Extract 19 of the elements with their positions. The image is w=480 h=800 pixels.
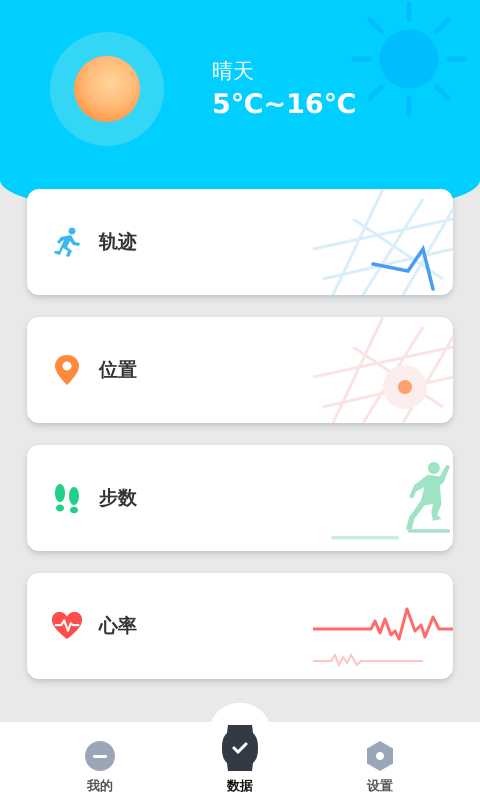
settings-icon	[365, 741, 395, 771]
card-title: 心率	[99, 614, 137, 639]
feature-card[interactable]: 心率	[27, 573, 453, 679]
feature-card[interactable]: 步数	[27, 445, 453, 551]
feature-card[interactable]: 轨迹	[27, 189, 453, 295]
weather-condition: 晴天	[212, 58, 255, 84]
runner-icon	[51, 226, 83, 258]
sun-icon	[50, 32, 164, 146]
card-title: 位置	[99, 358, 137, 383]
nav-tab[interactable]: 我的	[50, 741, 150, 795]
heart-pulse-icon	[51, 610, 83, 642]
card-title: 步数	[99, 486, 137, 511]
card-title: 轨迹	[99, 230, 137, 255]
temperature-range: 5℃~16℃	[212, 88, 356, 120]
profile-icon	[85, 741, 115, 771]
watch-icon	[222, 725, 258, 771]
nav-tab[interactable]: 数据	[190, 725, 290, 795]
feature-card[interactable]: 位置	[27, 317, 453, 423]
nav-tab[interactable]: 设置	[330, 741, 430, 795]
